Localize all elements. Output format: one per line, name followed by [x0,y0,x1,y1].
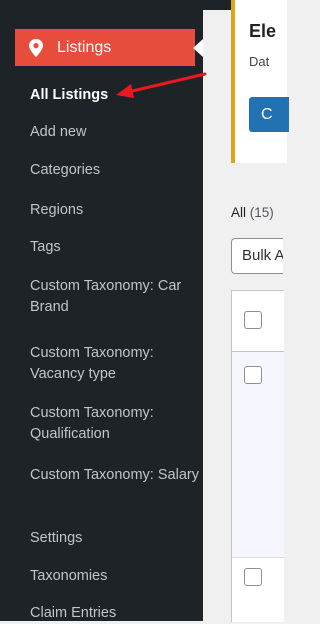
admin-notice: Ele Dat C [231,0,289,163]
notice-text: Dat [249,54,270,69]
admin-sidebar: Listings All Listings Add new Categories… [0,10,203,621]
submenu-settings[interactable]: Settings [30,528,200,549]
listings-table [231,290,284,622]
filter-all-link[interactable]: All (15) [231,205,274,220]
submenu-tags[interactable]: Tags [30,237,200,258]
submenu-categories[interactable]: Categories [30,160,200,181]
map-pin-icon [29,39,43,57]
menu-item-listings[interactable]: Listings [15,29,195,66]
notice-title: Ele [249,21,277,41]
row-checkbox[interactable] [244,568,262,586]
submenu-taxonomy-car-brand[interactable]: Custom Taxonomy: Car Brand [30,276,200,318]
select-all-checkbox[interactable] [244,311,262,329]
active-menu-pointer [193,39,203,57]
submenu-taxonomy-salary[interactable]: Custom Taxonomy: Salary [30,465,200,486]
bulk-actions-select[interactable]: Bulk A [231,238,283,274]
submenu-all-listings[interactable]: All Listings [30,85,200,106]
submenu-taxonomy-qualification[interactable]: Custom Taxonomy: Qualification [30,403,200,445]
filter-all-label: All [231,205,247,220]
main-content: Ele Dat C All (15) Bulk A [203,0,289,622]
submenu-taxonomy-vacancy-type[interactable]: Custom Taxonomy: Vacancy type [30,343,200,385]
row-checkbox[interactable] [244,366,262,384]
submenu-taxonomies[interactable]: Taxonomies [30,566,200,587]
submenu-regions[interactable]: Regions [30,200,200,221]
table-row [232,352,284,558]
submenu-add-new[interactable]: Add new [30,122,200,143]
table-header-row [232,291,284,352]
notice-primary-button[interactable]: C [249,97,289,132]
filter-all-count: (15) [249,205,274,220]
menu-item-listings-label: Listings [57,39,112,56]
table-row [232,558,284,622]
